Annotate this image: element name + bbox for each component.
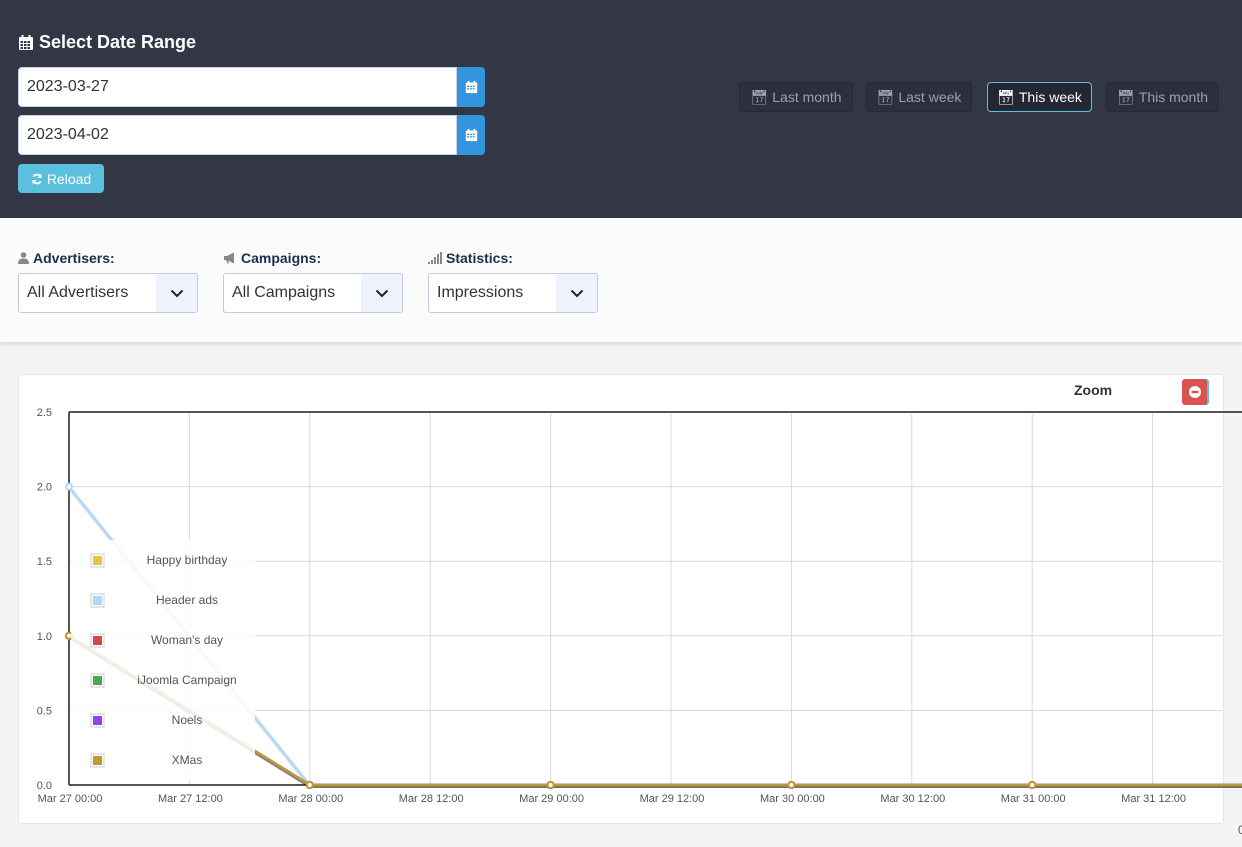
x-tick-label: Mar 28 00:00: [278, 793, 343, 805]
impressions-chart[interactable]: 0.0 0.5 1.0 1.5 2.0 2.5 Mar 27 00:00 Mar 27 12:…: [0, 0, 1242, 847]
x-tick-label: Mar 31 12:00: [1121, 793, 1186, 805]
legend-label: Noels: [172, 713, 203, 727]
x-tick-label: Mar 29 12:00: [640, 793, 705, 805]
y-tick-label: 2.0: [37, 482, 52, 494]
data-point[interactable]: [305, 781, 314, 789]
x-tick-label: Mar 28 12:00: [399, 793, 464, 805]
legend-swatch: [93, 716, 102, 725]
axis-overflow-label: 0: [1238, 823, 1242, 837]
legend-background: [71, 540, 255, 780]
y-tick-label: 2.5: [37, 407, 52, 419]
data-point[interactable]: [65, 482, 73, 491]
legend-label: iJoomla Campaign: [137, 673, 236, 687]
legend-label: Header ads: [156, 593, 218, 607]
y-tick-label: 0.5: [37, 705, 52, 717]
data-point[interactable]: [787, 781, 796, 789]
y-tick-label: 0.0: [37, 780, 52, 792]
legend-swatch: [93, 596, 102, 605]
data-point[interactable]: [546, 781, 555, 789]
legend-swatch: [93, 556, 102, 565]
legend-swatch: [93, 636, 102, 645]
legend-label: Happy birthday: [147, 553, 228, 567]
data-point[interactable]: [1028, 781, 1037, 789]
x-tick-label: Mar 30 12:00: [880, 793, 945, 805]
legend-label: XMas: [172, 753, 203, 767]
chart-legend: Happy birthday Header ads Woman's day iJoom…: [71, 540, 255, 780]
x-tick-label: Mar 31 00:00: [1001, 793, 1066, 805]
legend-swatch: [93, 756, 102, 765]
legend-swatch: [93, 676, 102, 685]
y-tick-label: 1.5: [37, 556, 52, 568]
x-tick-label: Mar 27 12:00: [158, 793, 223, 805]
x-tick-label: Mar 29 00:00: [519, 793, 584, 805]
zoom-reset-button[interactable]: [1182, 379, 1209, 405]
x-tick-label: Mar 30 00:00: [760, 793, 825, 805]
minus-circle-icon: [1188, 386, 1201, 398]
y-tick-label: 1.0: [37, 631, 52, 643]
x-tick-label: Mar 27 00:00: [38, 793, 103, 805]
legend-label: Woman's day: [151, 633, 223, 647]
zoom-label: Zoom: [1074, 382, 1113, 398]
